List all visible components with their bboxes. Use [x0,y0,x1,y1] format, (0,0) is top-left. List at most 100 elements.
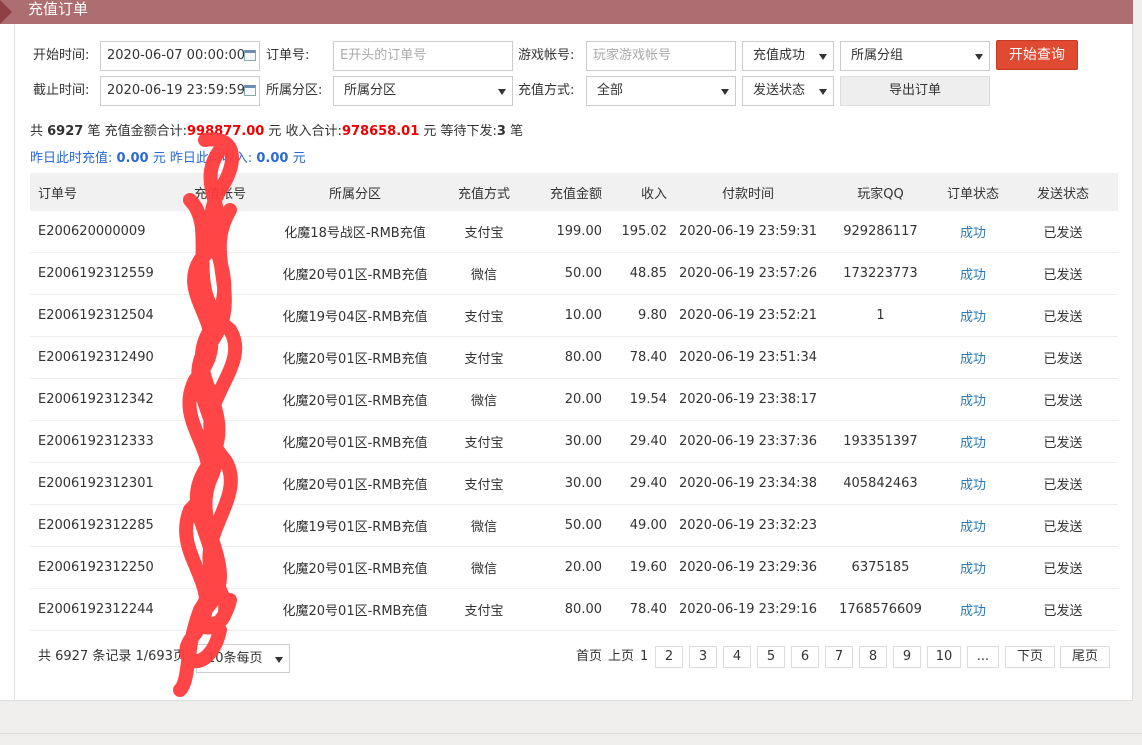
cell-player-qq: 405842463 [823,462,938,505]
cell-order-status[interactable]: 成功 [938,420,1008,463]
chevron-down-icon [498,89,506,95]
cell-recharge-account [170,252,270,295]
calendar-icon[interactable] [244,85,256,96]
cell-order-status[interactable]: 成功 [938,504,1008,547]
cell-send-status: 已发送 [1008,211,1118,253]
main-panel: 充值订单 开始时间: 2020-06-07 00:00:00 订单号: E开头的… [0,0,1133,701]
cell-pay-time: 2020-06-19 23:34:38 [673,462,823,505]
cell-zone: 化魔19号04区-RMB充值 [270,294,440,337]
page-button[interactable]: 9 [893,646,921,668]
cell-order-status[interactable]: 成功 [938,211,1008,253]
cell-order-id: E2006192312504 [30,294,170,337]
prev-page-link[interactable]: 上页 [608,648,634,666]
total-recharge: 998877.00 [186,124,265,139]
cell-send-status: 已发送 [1008,378,1118,421]
page-button[interactable]: 6 [791,646,819,668]
column-header[interactable]: 充值金额 [528,173,608,211]
page-button[interactable]: 3 [689,646,717,668]
cell-order-status[interactable]: 成功 [938,546,1008,589]
cell-recharge-account [170,588,270,631]
table-row: E2006192312285 化魔19号01区-RMB充值 微信 50.00 49.00… [30,504,1118,547]
calendar-icon[interactable] [244,50,256,61]
chevron-down-icon [819,54,827,60]
page-button[interactable]: 4 [723,646,751,668]
cell-order-status[interactable]: 成功 [938,462,1008,505]
cell-pay-method: 支付宝 [440,588,528,631]
column-header[interactable]: 充值帐号 [170,173,270,211]
total-income: 978658.01 [341,124,420,139]
cell-order-status[interactable]: 成功 [938,588,1008,631]
bottom-divider [0,733,1142,734]
end-time-label: 截止时间: [33,83,90,98]
cell-pay-method: 微信 [440,546,528,589]
cell-pay-method: 微信 [440,378,528,421]
page-button[interactable]: 7 [825,646,853,668]
export-button[interactable]: 导出订单 [840,76,990,106]
zone-select[interactable]: 所属分区 [333,76,513,106]
column-header[interactable]: 充值方式 [440,173,528,211]
cell-player-qq: 6375185 [823,546,938,589]
per-page-select[interactable]: 10条每页 [196,644,290,673]
cell-order-id: E2006192312490 [30,336,170,379]
column-header[interactable]: 收入 [608,173,673,211]
cell-order-status[interactable]: 成功 [938,252,1008,295]
column-header[interactable]: 订单号 [30,173,170,211]
chevron-down-icon [975,54,983,60]
page-ellipsis[interactable]: ... [967,646,999,668]
zone-value: 所属分区 [344,83,397,98]
cell-order-status[interactable]: 成功 [938,336,1008,379]
recharge-status-select[interactable]: 充值成功 [742,41,834,71]
search-button[interactable]: 开始查询 [996,40,1078,70]
cell-income: 29.40 [608,420,673,463]
page-button[interactable]: 10 [927,646,961,668]
table-row: E2006192312490 化魔20号01区-RMB充值 支付宝 80.00 78.4… [30,336,1118,379]
table-row: E200620000009 化魔18号战区-RMB充值 支付宝 199.00 195.0… [30,211,1118,253]
yesterday-recharge: 0.00 [116,151,149,166]
end-time-input[interactable]: 2020-06-19 23:59:59 [100,76,260,106]
column-header[interactable]: 所属分区 [270,173,440,211]
cell-player-qq: 929286117 [823,211,938,253]
cell-pay-time: 2020-06-19 23:51:34 [673,336,823,379]
next-page-button[interactable]: 下页 [1005,646,1055,668]
cell-recharge-account [170,504,270,547]
cell-player-qq: 193351397 [823,420,938,463]
first-page-link[interactable]: 首页 [576,648,602,666]
summary-text: 昨日此时充值: [30,151,117,166]
method-select[interactable]: 全部 [586,76,736,106]
order-number-input[interactable]: E开头的订单号 [333,41,513,71]
cell-pay-method: 支付宝 [440,336,528,379]
summary-text: 笔 充值金额合计: [83,124,187,139]
send-status-select[interactable]: 发送状态 [742,76,834,106]
table-header-row: 订单号 充值帐号 所属分区 充值方式 充值金额 收入 付款时间 玩家QQ 订单状… [30,173,1118,211]
cell-recharge-account [170,336,270,379]
start-time-label: 开始时间: [33,48,90,63]
column-header[interactable]: 发送状态 [1008,173,1118,211]
group-select[interactable]: 所属分组 [840,41,990,71]
table-row: E2006192312342 化魔20号01区-RMB充值 微信 20.00 19.54… [30,378,1118,421]
cell-amount: 80.00 [528,336,608,379]
column-header[interactable]: 玩家QQ [823,173,938,211]
last-page-button[interactable]: 尾页 [1060,646,1110,668]
cell-order-id: E2006192312250 [30,546,170,589]
page-button[interactable]: 5 [757,646,785,668]
page-button[interactable]: 2 [655,646,683,668]
cell-send-status: 已发送 [1008,252,1118,295]
cell-send-status: 已发送 [1008,504,1118,547]
summary-text: 共 [30,124,48,139]
page-button[interactable]: 8 [859,646,887,668]
cell-pay-method: 支付宝 [440,211,528,253]
cell-recharge-account [170,546,270,589]
summary-text: 元 收入合计: [264,124,342,139]
cell-order-id: E2006192312333 [30,420,170,463]
cell-recharge-account [170,211,270,253]
summary-text: 笔 [505,124,524,139]
game-account-label: 游戏帐号: [518,48,575,63]
cell-order-status[interactable]: 成功 [938,378,1008,421]
cell-pay-time: 2020-06-19 23:37:36 [673,420,823,463]
column-header[interactable]: 付款时间 [673,173,823,211]
column-header[interactable]: 订单状态 [938,173,1008,211]
cell-order-status[interactable]: 成功 [938,294,1008,337]
start-time-input[interactable]: 2020-06-07 00:00:00 [100,41,260,71]
game-account-input[interactable]: 玩家游戏帐号 [586,41,736,71]
cell-send-status: 已发送 [1008,336,1118,379]
